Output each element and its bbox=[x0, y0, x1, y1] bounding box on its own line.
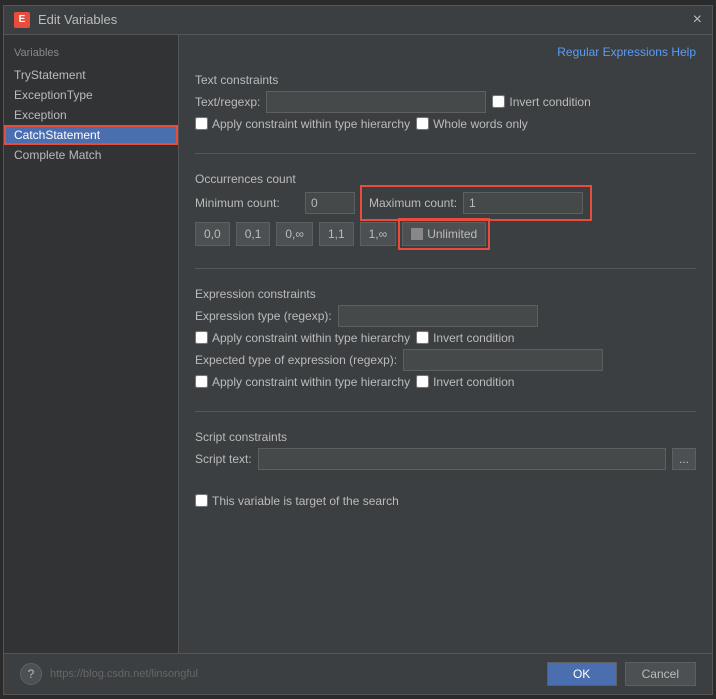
ok-button[interactable]: OK bbox=[547, 662, 617, 686]
target-checkbox-wrapper: This variable is target of the search bbox=[195, 494, 399, 508]
unlimited-icon bbox=[411, 228, 423, 240]
text-regexp-label: Text/regexp: bbox=[195, 95, 260, 109]
sidebar: Variables TryStatement ExceptionType Exc… bbox=[4, 35, 179, 653]
whole-words-wrapper: Whole words only bbox=[416, 117, 528, 131]
sidebar-label: Variables bbox=[4, 43, 178, 65]
invert-condition-wrapper-1: Invert condition bbox=[492, 95, 590, 109]
sidebar-item-catchstatement[interactable]: CatchStatement bbox=[4, 125, 178, 145]
whole-words-checkbox[interactable] bbox=[416, 117, 429, 130]
target-checkbox-label: This variable is target of the search bbox=[212, 494, 399, 508]
preset-0-inf[interactable]: 0,∞ bbox=[276, 222, 313, 246]
occurrences-section: Occurrences count Minimum count: Maximum… bbox=[195, 166, 696, 250]
expression-constraints-label: Expression constraints bbox=[195, 287, 696, 301]
invert-condition-checkbox-2[interactable] bbox=[416, 331, 429, 344]
apply-constraint-label-1: Apply constraint within type hierarchy bbox=[212, 331, 410, 345]
max-count-label: Maximum count: bbox=[369, 196, 457, 210]
text-regexp-input[interactable] bbox=[266, 91, 486, 113]
occurrences-count-row: Minimum count: Maximum count: bbox=[195, 190, 696, 216]
expr-apply-row: Apply constraint within type hierarchy I… bbox=[195, 331, 696, 345]
invert-condition-label-2: Invert condition bbox=[433, 331, 514, 345]
expected-type-label: Expected type of expression (regexp): bbox=[195, 353, 397, 367]
divider-2 bbox=[195, 268, 696, 269]
text-regexp-row: Text/regexp: Invert condition bbox=[195, 91, 696, 113]
dialog-title: Edit Variables bbox=[38, 12, 685, 27]
cancel-button[interactable]: Cancel bbox=[625, 662, 696, 686]
apply-constraint-label: Apply constraint within type hierarchy bbox=[212, 117, 410, 131]
apply-constraint-label-2: Apply constraint within type hierarchy bbox=[212, 375, 410, 389]
apply-constraint-wrapper-2: Apply constraint within type hierarchy bbox=[195, 375, 410, 389]
script-text-input[interactable] bbox=[258, 448, 666, 470]
text-constraints-section: Text constraints Text/regexp: Invert con… bbox=[195, 67, 696, 135]
whole-words-label: Whole words only bbox=[433, 117, 528, 131]
help-link[interactable]: Regular Expressions Help bbox=[195, 45, 696, 59]
invert-condition-label-1: Invert condition bbox=[509, 95, 590, 109]
edit-variables-dialog: E Edit Variables × Variables TryStatemen… bbox=[3, 5, 713, 695]
footer: ? https://blog.csdn.net/linsongful OK Ca… bbox=[4, 653, 712, 694]
divider-3 bbox=[195, 411, 696, 412]
dialog-icon: E bbox=[14, 12, 30, 28]
expression-constraints-section: Expression constraints Expression type (… bbox=[195, 281, 696, 393]
invert-condition-checkbox-1[interactable] bbox=[492, 95, 505, 108]
occurrences-label: Occurrences count bbox=[195, 172, 696, 186]
script-dots-button[interactable]: ... bbox=[672, 448, 696, 470]
preset-0-1[interactable]: 0,1 bbox=[236, 222, 271, 246]
script-constraints-section: Script constraints Script text: ... bbox=[195, 424, 696, 474]
min-count-label: Minimum count: bbox=[195, 196, 295, 210]
close-button[interactable]: × bbox=[693, 12, 702, 28]
preset-1-1[interactable]: 1,1 bbox=[319, 222, 354, 246]
invert-condition-wrapper-2: Invert condition bbox=[416, 331, 514, 345]
title-bar: E Edit Variables × bbox=[4, 6, 712, 35]
script-text-row: Script text: ... bbox=[195, 448, 696, 470]
sidebar-item-completematch[interactable]: Complete Match bbox=[4, 145, 178, 165]
script-text-label: Script text: bbox=[195, 452, 252, 466]
expr-type-row: Expression type (regexp): bbox=[195, 305, 696, 327]
watermark-text: https://blog.csdn.net/linsongful bbox=[50, 668, 539, 680]
divider-1 bbox=[195, 153, 696, 154]
invert-condition-label-3: Invert condition bbox=[433, 375, 514, 389]
preset-buttons-row: 0,0 0,1 0,∞ 1,1 1,∞ Unlimited bbox=[195, 222, 696, 246]
apply-constraint-checkbox-2[interactable] bbox=[195, 375, 208, 388]
expected-type-row: Expected type of expression (regexp): bbox=[195, 349, 696, 371]
apply-constraint-row: Apply constraint within type hierarchy W… bbox=[195, 117, 696, 131]
target-checkbox[interactable] bbox=[195, 494, 208, 507]
invert-condition-wrapper-3: Invert condition bbox=[416, 375, 514, 389]
main-content: Regular Expressions Help Text constraint… bbox=[179, 35, 712, 653]
expected-apply-row: Apply constraint within type hierarchy I… bbox=[195, 375, 696, 389]
dialog-body: Variables TryStatement ExceptionType Exc… bbox=[4, 35, 712, 653]
target-checkbox-row: This variable is target of the search bbox=[195, 494, 696, 508]
max-count-input[interactable] bbox=[463, 192, 583, 214]
sidebar-item-exceptiontype[interactable]: ExceptionType bbox=[4, 85, 178, 105]
apply-constraint-checkbox-1[interactable] bbox=[195, 331, 208, 344]
script-constraints-label: Script constraints bbox=[195, 430, 696, 444]
min-count-input[interactable] bbox=[305, 192, 355, 214]
sidebar-item-trystatement[interactable]: TryStatement bbox=[4, 65, 178, 85]
unlimited-label: Unlimited bbox=[427, 227, 477, 241]
expected-type-input[interactable] bbox=[403, 349, 603, 371]
max-count-wrapper: Maximum count: bbox=[365, 190, 587, 216]
help-question-button[interactable]: ? bbox=[20, 663, 42, 685]
expr-type-label: Expression type (regexp): bbox=[195, 309, 332, 323]
apply-constraint-checkbox[interactable] bbox=[195, 117, 208, 130]
preset-1-inf[interactable]: 1,∞ bbox=[360, 222, 397, 246]
unlimited-button[interactable]: Unlimited bbox=[402, 222, 486, 246]
text-constraints-label: Text constraints bbox=[195, 73, 696, 87]
invert-condition-checkbox-3[interactable] bbox=[416, 375, 429, 388]
apply-constraint-wrapper: Apply constraint within type hierarchy bbox=[195, 117, 410, 131]
apply-constraint-wrapper-1: Apply constraint within type hierarchy bbox=[195, 331, 410, 345]
expr-type-input[interactable] bbox=[338, 305, 538, 327]
preset-0-0[interactable]: 0,0 bbox=[195, 222, 230, 246]
sidebar-item-exception[interactable]: Exception bbox=[4, 105, 178, 125]
